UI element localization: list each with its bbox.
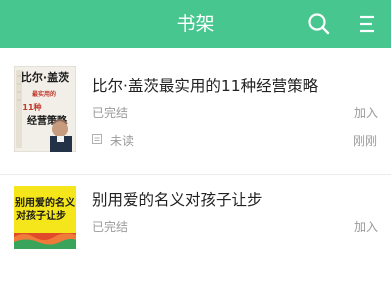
read-status: 未读: [110, 134, 135, 148]
cover-title-line: 对孩子让步: [16, 209, 66, 222]
book-cover-image: 别用爱的名义 对孩子让步: [14, 186, 76, 249]
cover-title-line: 11种: [22, 102, 41, 112]
cover-title-line: 最实用的: [32, 90, 56, 98]
search-icon: [308, 13, 330, 35]
book-cover[interactable]: 比尔·盖茨 最实用的 11种 经营策略: [14, 66, 76, 152]
app-header: 书架: [0, 0, 391, 48]
read-time: 刚刚: [353, 134, 378, 148]
book-title[interactable]: 比尔·盖茨最实用的11种经营策略: [92, 74, 318, 96]
cover-title-line: 比尔·盖茨: [21, 70, 69, 84]
add-button[interactable]: 加入: [354, 104, 378, 121]
book-title[interactable]: 别用爱的名义对孩子让步: [92, 188, 263, 210]
book-cover-image: 比尔·盖茨 最实用的 11种 经营策略: [14, 66, 76, 152]
book-status: 已完结: [92, 106, 129, 120]
search-button[interactable]: [304, 9, 334, 39]
menu-icon: [360, 15, 374, 33]
book-status: 已完结: [92, 220, 129, 234]
book-list-item[interactable]: 比尔·盖茨 最实用的 11种 经营策略 比尔·盖茨最实用的11种经营策略 已完结…: [0, 66, 391, 178]
divider: [0, 174, 391, 175]
book-cover[interactable]: 别用爱的名义 对孩子让步: [14, 186, 76, 249]
cover-title-line: 别用爱的名义: [14, 196, 76, 209]
book-icon: [92, 134, 102, 144]
book-list-item[interactable]: 别用爱的名义 对孩子让步 别用爱的名义对孩子让步 已完结 加入: [0, 180, 391, 292]
add-button[interactable]: 加入: [354, 218, 378, 235]
menu-button[interactable]: [352, 9, 382, 39]
